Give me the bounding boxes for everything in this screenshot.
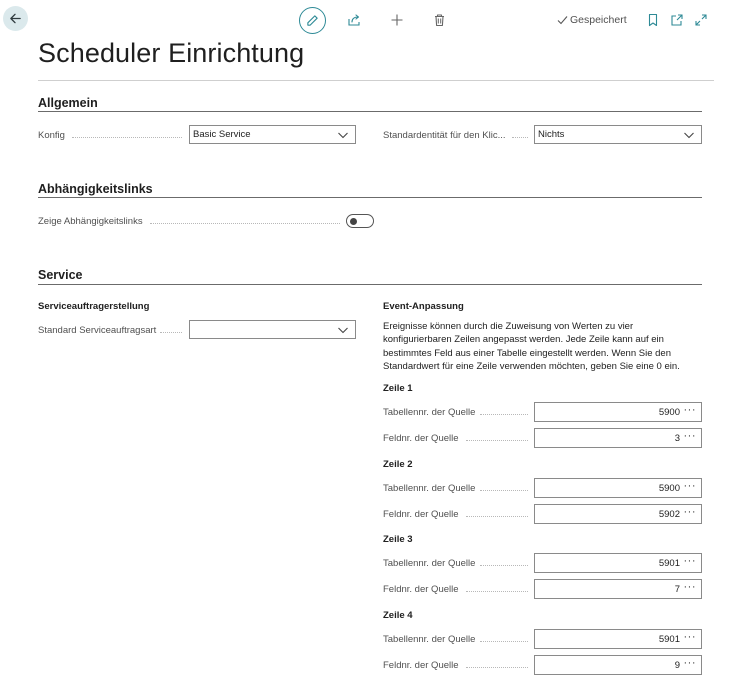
row-4-field-value: 9 xyxy=(674,660,680,671)
back-button[interactable] xyxy=(3,6,28,31)
row-2-field-label: Feldnr. der Quelle xyxy=(383,509,459,520)
bookmark-icon xyxy=(648,13,658,27)
show-dependencies-toggle[interactable] xyxy=(346,214,374,228)
row-4-field-leader xyxy=(466,667,528,668)
saved-status-label: Gespeichert xyxy=(570,14,627,26)
row-2-table-leader xyxy=(480,490,528,491)
row-3-table-value: 5901 xyxy=(658,558,680,569)
service-order-heading: Serviceauftragerstellung xyxy=(38,301,150,312)
new-button[interactable] xyxy=(387,10,407,30)
lookup-ellipsis-icon[interactable]: ··· xyxy=(684,480,697,492)
show-dependencies-label: Zeige Abhängigkeitslinks xyxy=(38,216,143,227)
section-divider-dependencies xyxy=(38,197,702,198)
section-divider-service xyxy=(38,284,702,285)
default-entity-select-value: Nichts xyxy=(538,129,565,140)
default-entity-leader xyxy=(512,137,528,138)
row-2-table-label: Tabellennr. der Quelle xyxy=(383,483,476,494)
share-icon xyxy=(348,14,360,26)
saved-status: Gespeichert xyxy=(557,14,627,26)
row-3-field-leader xyxy=(466,591,528,592)
row-3-table-label: Tabellennr. der Quelle xyxy=(383,558,476,569)
order-type-leader xyxy=(160,332,182,333)
open-new-window-button[interactable] xyxy=(667,10,687,30)
konfig-select-value: Basic Service xyxy=(193,129,251,140)
row-1-field-value: 3 xyxy=(674,433,680,444)
row-3-field-input[interactable]: 7 ··· xyxy=(534,579,702,599)
row-1-field-label: Feldnr. der Quelle xyxy=(383,433,459,444)
row-2-field-value: 5902 xyxy=(658,509,680,520)
delete-button[interactable] xyxy=(429,10,449,30)
row-4-field-input[interactable]: 9 ··· xyxy=(534,655,702,675)
row-4-table-input[interactable]: 5901 ··· xyxy=(534,629,702,649)
show-dependencies-leader xyxy=(150,223,340,224)
order-type-label: Standard Serviceauftragsart xyxy=(38,325,157,336)
chevron-down-icon xyxy=(338,327,348,334)
row-4-heading: Zeile 4 xyxy=(383,610,413,621)
section-title-allgemein[interactable]: Allgemein xyxy=(38,96,98,110)
share-button[interactable] xyxy=(344,10,364,30)
konfig-select[interactable]: Basic Service xyxy=(189,125,356,144)
order-type-select[interactable] xyxy=(189,320,356,339)
row-2-field-input[interactable]: 5902 ··· xyxy=(534,504,702,524)
expand-button[interactable] xyxy=(691,10,711,30)
konfig-leader xyxy=(72,137,182,138)
lookup-ellipsis-icon[interactable]: ··· xyxy=(684,581,697,593)
pencil-icon xyxy=(307,15,318,26)
lookup-ellipsis-icon[interactable]: ··· xyxy=(684,657,697,669)
chevron-down-icon xyxy=(684,132,694,139)
row-1-field-input[interactable]: 3 ··· xyxy=(534,428,702,448)
lookup-ellipsis-icon[interactable]: ··· xyxy=(684,631,697,643)
default-entity-label: Standardentität für den Klic... xyxy=(383,130,506,141)
expand-icon xyxy=(695,14,707,26)
row-4-table-label: Tabellennr. der Quelle xyxy=(383,634,476,645)
row-4-table-leader xyxy=(480,641,528,642)
row-1-table-label: Tabellennr. der Quelle xyxy=(383,407,476,418)
edit-button[interactable] xyxy=(299,7,326,34)
event-customization-heading: Event-Anpassung xyxy=(383,301,464,312)
section-divider-allgemein xyxy=(38,111,702,112)
event-customization-description: Ereignisse können durch die Zuweisung vo… xyxy=(383,321,680,372)
section-title-service[interactable]: Service xyxy=(38,268,82,282)
row-1-table-value: 5900 xyxy=(658,407,680,418)
check-icon xyxy=(557,16,568,25)
row-1-table-leader xyxy=(480,414,528,415)
row-2-heading: Zeile 2 xyxy=(383,459,413,470)
page-title: Scheduler Einrichtung xyxy=(38,38,305,68)
row-3-table-input[interactable]: 5901 ··· xyxy=(534,553,702,573)
row-1-heading: Zeile 1 xyxy=(383,383,413,394)
row-1-field-leader xyxy=(466,440,528,441)
lookup-ellipsis-icon[interactable]: ··· xyxy=(684,404,697,416)
lookup-ellipsis-icon[interactable]: ··· xyxy=(684,555,697,567)
top-toolbar: Gespeichert xyxy=(0,0,750,40)
trash-icon xyxy=(434,14,444,27)
plus-icon xyxy=(391,14,403,26)
arrow-left-icon xyxy=(10,13,21,24)
lookup-ellipsis-icon[interactable]: ··· xyxy=(684,430,697,442)
row-2-table-value: 5900 xyxy=(658,483,680,494)
lookup-ellipsis-icon[interactable]: ··· xyxy=(684,506,697,518)
row-3-table-leader xyxy=(480,565,528,566)
toggle-knob xyxy=(350,217,357,225)
open-in-new-window-icon xyxy=(671,14,683,26)
section-title-dependencies[interactable]: Abhängigkeitslinks xyxy=(38,182,153,196)
bookmark-button[interactable] xyxy=(643,10,663,30)
row-3-heading: Zeile 3 xyxy=(383,534,413,545)
row-4-table-value: 5901 xyxy=(658,634,680,645)
row-2-field-leader xyxy=(466,516,528,517)
title-divider xyxy=(38,80,714,81)
row-3-field-value: 7 xyxy=(674,584,680,595)
konfig-label: Konfig xyxy=(38,130,65,141)
row-2-table-input[interactable]: 5900 ··· xyxy=(534,478,702,498)
row-3-field-label: Feldnr. der Quelle xyxy=(383,584,459,595)
row-1-table-input[interactable]: 5900 ··· xyxy=(534,402,702,422)
row-4-field-label: Feldnr. der Quelle xyxy=(383,660,459,671)
default-entity-select[interactable]: Nichts xyxy=(534,125,702,144)
chevron-down-icon xyxy=(338,132,348,139)
